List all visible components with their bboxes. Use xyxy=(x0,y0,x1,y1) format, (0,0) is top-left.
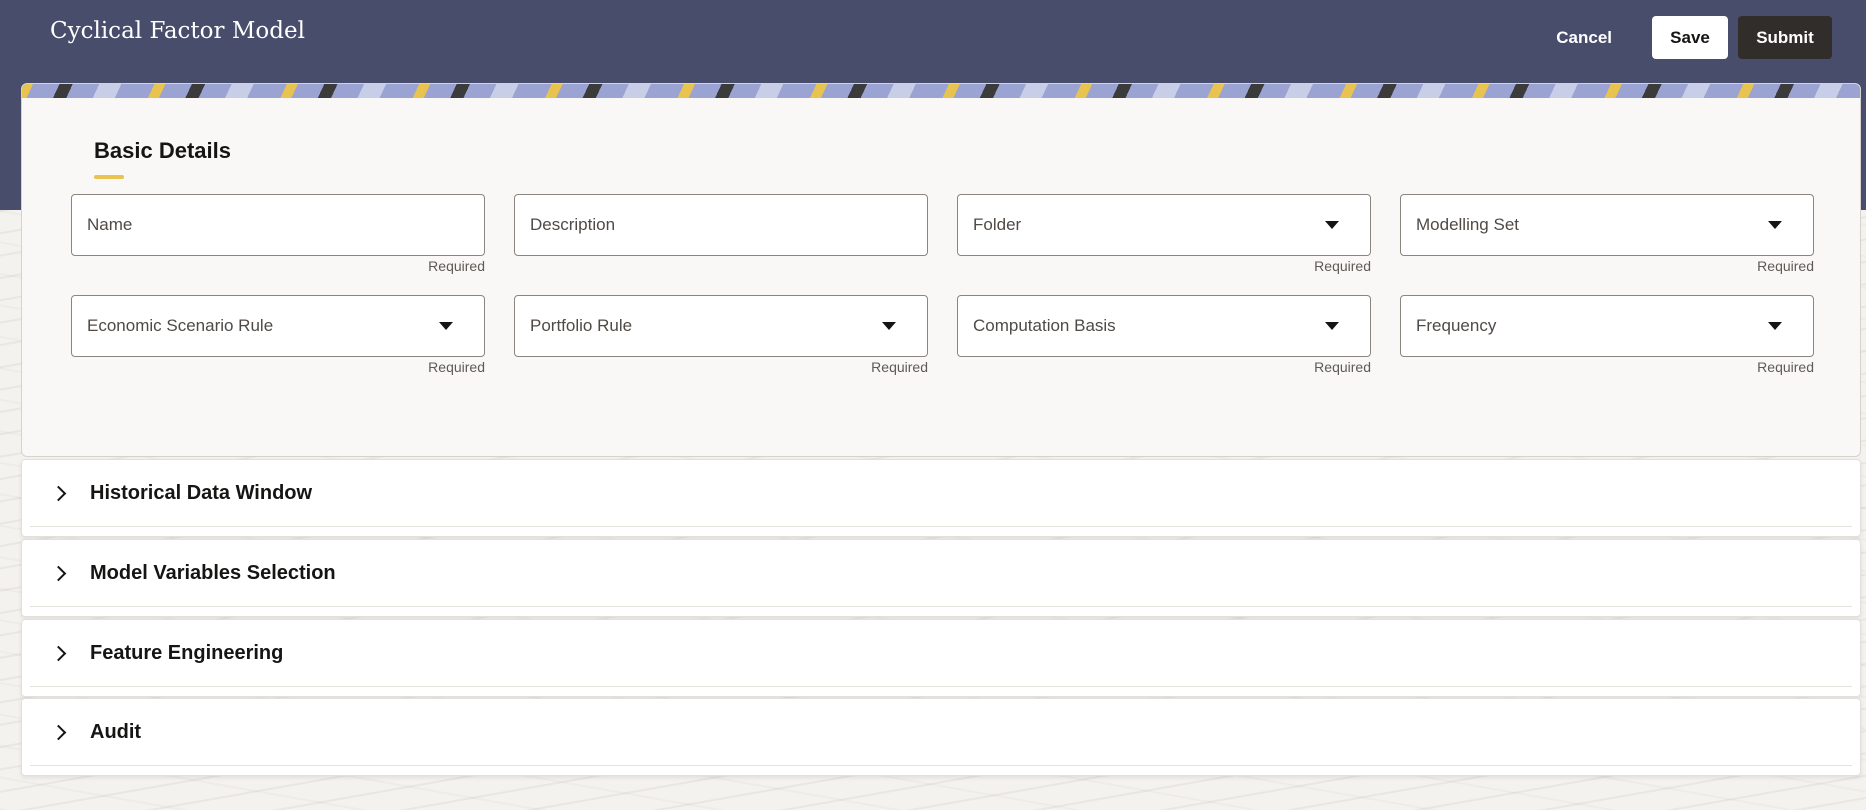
folder-select-label: Folder xyxy=(973,215,1022,234)
description-field[interactable]: Description xyxy=(514,194,928,256)
caret-down-icon xyxy=(1325,221,1339,229)
caret-down-icon xyxy=(1768,221,1782,229)
historical-data-window-header[interactable]: Historical Data Window xyxy=(30,460,1852,527)
computation-basis-label: Computation Basis xyxy=(973,316,1116,335)
page-title: Cyclical Factor Model xyxy=(50,18,305,44)
audit-section: Audit xyxy=(21,698,1861,776)
portfolio-rule-select[interactable]: Portfolio Rule xyxy=(514,295,928,357)
cancel-button[interactable]: Cancel xyxy=(1544,16,1624,59)
chevron-right-icon xyxy=(50,485,67,502)
caret-down-icon xyxy=(439,322,453,330)
computation-basis-select[interactable]: Computation Basis xyxy=(957,295,1371,357)
modelling-set-select-label: Modelling Set xyxy=(1416,215,1520,234)
audit-header[interactable]: Audit xyxy=(30,699,1852,766)
portfolio-rule-required-hint: Required xyxy=(871,359,928,375)
chevron-right-icon xyxy=(50,724,67,741)
frequency-required-hint: Required xyxy=(1757,359,1814,375)
caret-down-icon xyxy=(882,322,896,330)
caret-down-icon xyxy=(1325,322,1339,330)
decorative-banner xyxy=(22,84,1860,98)
economic-scenario-required-hint: Required xyxy=(428,359,485,375)
feature-engineering-label: Feature Engineering xyxy=(90,642,284,664)
computation-basis-required-hint: Required xyxy=(1314,359,1371,375)
save-button[interactable]: Save xyxy=(1652,16,1728,59)
portfolio-rule-label: Portfolio Rule xyxy=(530,316,633,335)
frequency-select[interactable]: Frequency xyxy=(1400,295,1814,357)
economic-scenario-rule-label: Economic Scenario Rule xyxy=(87,316,274,335)
modelling-set-required-hint: Required xyxy=(1757,258,1814,274)
frequency-label: Frequency xyxy=(1416,316,1497,335)
title-underline xyxy=(94,175,124,179)
modelling-set-select[interactable]: Modelling Set xyxy=(1400,194,1814,256)
name-required-hint: Required xyxy=(428,258,485,274)
name-field-label: Name xyxy=(87,215,133,234)
folder-select[interactable]: Folder xyxy=(957,194,1371,256)
folder-required-hint: Required xyxy=(1314,258,1371,274)
basic-details-title: Basic Details xyxy=(94,138,231,163)
feature-engineering-section: Feature Engineering xyxy=(21,619,1861,697)
feature-engineering-header[interactable]: Feature Engineering xyxy=(30,620,1852,687)
chevron-right-icon xyxy=(50,565,67,582)
chevron-right-icon xyxy=(50,645,67,662)
header-actions: Cancel Save Submit xyxy=(1544,16,1832,59)
model-variables-selection-section: Model Variables Selection xyxy=(21,539,1861,617)
caret-down-icon xyxy=(1768,322,1782,330)
submit-button[interactable]: Submit xyxy=(1738,16,1832,59)
historical-data-window-label: Historical Data Window xyxy=(90,482,313,504)
basic-details-card: Basic Details Name Required Description … xyxy=(21,83,1861,457)
audit-label: Audit xyxy=(90,721,142,743)
model-variables-selection-label: Model Variables Selection xyxy=(90,562,336,584)
historical-data-window-section: Historical Data Window xyxy=(21,459,1861,537)
model-variables-selection-header[interactable]: Model Variables Selection xyxy=(30,540,1852,607)
name-field[interactable]: Name xyxy=(71,194,485,256)
description-field-label: Description xyxy=(530,215,616,234)
economic-scenario-rule-select[interactable]: Economic Scenario Rule xyxy=(71,295,485,357)
